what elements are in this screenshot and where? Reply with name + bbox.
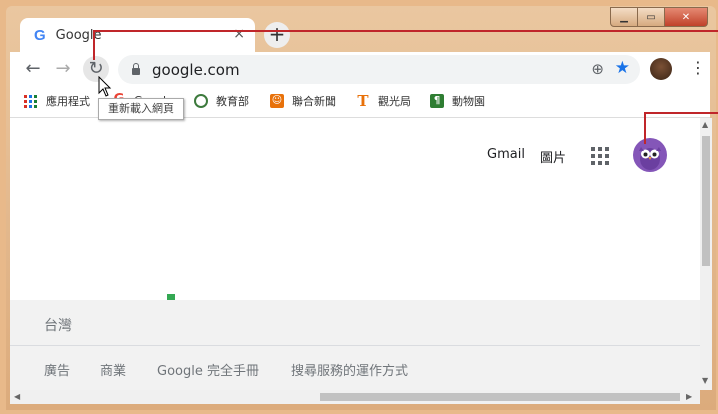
address-bar[interactable]: google.com ⊕ ★ [118, 55, 640, 84]
bookmark-tourism[interactable]: T 觀光局 [356, 93, 411, 109]
mouse-cursor-icon [98, 76, 112, 97]
bookmark-label: 聯合新聞 [292, 95, 336, 108]
reload-tooltip: 重新載入網頁 [98, 98, 184, 120]
bookmark-label: 教育部 [216, 95, 249, 108]
toolbar: ← → ↻ google.com ⊕ ★ ⋮ [10, 52, 710, 87]
callout-line-reload-h [93, 30, 718, 32]
profile-avatar[interactable] [650, 58, 672, 80]
forward-button[interactable]: → [50, 56, 76, 82]
bookmark-label: 動物園 [452, 95, 485, 108]
tab-strip: G Google × + [10, 16, 710, 52]
footer-link-ads[interactable]: 廣告 [44, 360, 70, 379]
footer-divider [10, 345, 700, 346]
footer-link-about[interactable]: Google 完全手冊 [157, 360, 259, 379]
url-text[interactable]: google.com [152, 61, 240, 79]
footer: 台灣 廣告 商業 Google 完全手冊 搜尋服務的運作方式 [10, 300, 700, 390]
apps-grid-icon [24, 94, 37, 108]
vertical-scroll-thumb[interactable] [702, 136, 710, 266]
tab-google[interactable]: G Google × [20, 18, 255, 52]
zoom-icon[interactable]: ⊕ [591, 60, 604, 78]
bookmark-label: 觀光局 [378, 95, 411, 108]
bookmark-moe[interactable]: 教育部 [194, 93, 249, 109]
scroll-left-icon[interactable]: ◀ [14, 392, 20, 401]
forward-arrow-icon: → [55, 58, 71, 79]
menu-kebab-icon[interactable]: ⋮ [690, 58, 706, 77]
footer-link-business[interactable]: 商業 [100, 360, 126, 379]
scroll-down-icon[interactable]: ▼ [702, 376, 708, 385]
page-content: Gmail 圖片 台灣 廣告 商業 Google 完全手冊 搜尋服務的運作方式 [10, 118, 700, 390]
back-arrow-icon: ← [25, 58, 41, 79]
scroll-right-icon[interactable]: ▶ [686, 392, 692, 401]
zoo-icon: ¶ [430, 94, 444, 108]
gmail-link[interactable]: Gmail [487, 147, 525, 162]
images-link[interactable]: 圖片 [540, 147, 566, 166]
callout-line-avatar-h [644, 112, 718, 114]
horizontal-scroll-thumb[interactable] [320, 393, 680, 401]
owl-icon [639, 147, 661, 170]
footer-country: 台灣 [44, 318, 72, 334]
vertical-scrollbar[interactable]: ▲ ▼ [700, 118, 712, 390]
bookmark-zoo[interactable]: ¶ 動物園 [430, 93, 485, 109]
horizontal-scrollbar[interactable]: ◀ ▶ [10, 390, 700, 404]
scroll-up-icon[interactable]: ▲ [702, 120, 708, 129]
bookmark-label: 應用程式 [46, 95, 90, 108]
new-tab-button[interactable]: + [264, 22, 290, 48]
back-button[interactable]: ← [20, 56, 46, 82]
google-favicon-icon: G [34, 26, 46, 44]
account-avatar[interactable] [633, 138, 667, 172]
callout-line-reload-v [93, 30, 95, 60]
moe-logo-icon [194, 94, 208, 108]
udn-icon: ☺ [270, 94, 284, 108]
t-icon: T [357, 92, 369, 110]
bookmark-apps[interactable]: 應用程式 [24, 93, 90, 109]
lock-icon [132, 63, 140, 75]
bookmark-udn[interactable]: ☺ 聯合新聞 [270, 93, 336, 109]
callout-line-avatar-v [644, 112, 646, 144]
bookmark-star-icon[interactable]: ★ [615, 58, 630, 78]
google-apps-icon[interactable] [591, 147, 609, 165]
footer-link-how-search-works[interactable]: 搜尋服務的運作方式 [291, 360, 408, 379]
tab-close-button[interactable]: × [233, 26, 245, 42]
